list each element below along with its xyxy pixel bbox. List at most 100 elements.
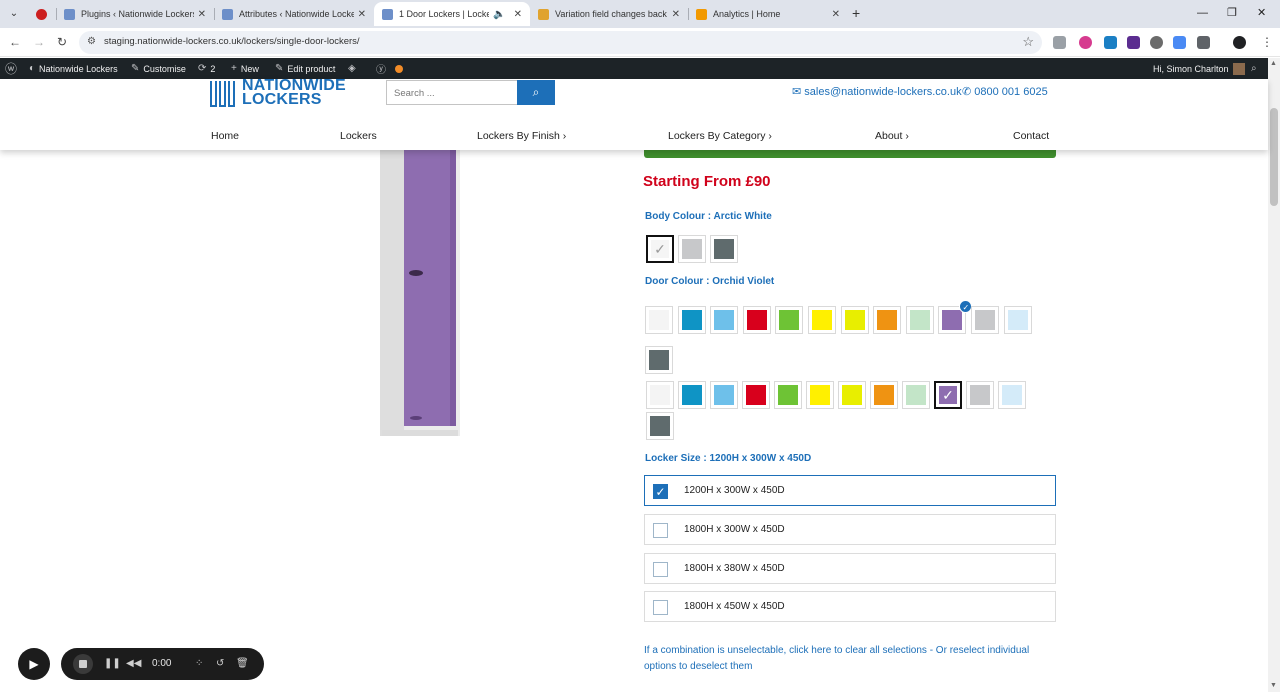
door-colour-swatch-alt[interactable] [646, 381, 674, 409]
door-colour-swatch[interactable] [645, 346, 673, 374]
seo-status-dot[interactable] [395, 58, 403, 79]
door-colour-swatch[interactable] [840, 306, 869, 334]
forward-arrow-icon[interactable]: → [33, 35, 45, 49]
door-colour-swatch[interactable] [677, 306, 706, 334]
extension-icon[interactable] [1104, 36, 1117, 49]
contact-email-link[interactable]: ✉ sales@nationwide-lockers.co.uk [792, 85, 962, 98]
page-scrollbar[interactable]: ▲ ▼ [1268, 58, 1280, 692]
door-colour-swatch-alt[interactable] [742, 381, 770, 409]
tab-plugins[interactable]: Plugins ‹ Nationwide Lockers — ✕ [56, 2, 214, 26]
door-colour-swatch-alt[interactable] [966, 381, 994, 409]
door-colour-swatch-alt[interactable] [998, 381, 1026, 409]
door-colour-swatch[interactable] [808, 306, 836, 334]
stop-recording-button[interactable] [73, 654, 93, 674]
minimize-icon[interactable]: — [1197, 6, 1208, 20]
close-tab-icon[interactable]: ✕ [832, 9, 840, 20]
tab-pinned-recorder[interactable] [28, 2, 56, 26]
door-colour-swatch-alt[interactable]: ✓ [934, 381, 962, 409]
browser-menu-icon[interactable]: ⋮ [1261, 35, 1273, 49]
translate-extension-icon[interactable] [1173, 36, 1186, 49]
door-colour-swatch[interactable] [775, 306, 804, 334]
admin-updates[interactable]: ⟳ 2 [198, 58, 215, 79]
body-colour-swatch[interactable] [710, 235, 738, 263]
delete-icon[interactable]: 🗑 [236, 657, 249, 671]
site-logo[interactable]: NATIONWIDE LOCKERS [210, 78, 360, 108]
contact-phone-link[interactable]: ✆ 0800 001 6025 [962, 85, 1048, 98]
close-tab-icon[interactable]: ✕ [672, 9, 680, 20]
admin-edit-product[interactable]: ✎ Edit product [275, 58, 335, 79]
extension-icon[interactable] [1150, 36, 1163, 49]
extension-icon[interactable] [1127, 36, 1140, 49]
body-colour-swatch[interactable]: ✓ [646, 235, 674, 263]
size-option-1800x300[interactable]: 1800H x 300W x 450D [644, 514, 1056, 545]
tab-analytics[interactable]: Analytics | Home ✕ [688, 2, 848, 26]
nav-lockers[interactable]: Lockers [340, 130, 377, 142]
diamond-plugin-icon[interactable]: ◈ [348, 58, 360, 79]
door-colour-swatch[interactable] [710, 306, 739, 334]
restore-icon[interactable]: ❐ [1227, 6, 1237, 20]
nav-contact[interactable]: Contact [1013, 130, 1049, 142]
scroll-up-icon[interactable]: ▲ [1270, 60, 1277, 67]
close-tab-icon[interactable]: ✕ [198, 9, 206, 20]
door-colour-swatch[interactable] [742, 306, 771, 334]
camera-extension-icon[interactable] [1053, 36, 1066, 49]
door-colour-swatch[interactable] [873, 306, 902, 334]
new-tab-plus-icon[interactable]: + [852, 6, 860, 20]
scroll-down-icon[interactable]: ▼ [1270, 682, 1277, 689]
draw-tool-icon[interactable]: ⁘ [195, 657, 203, 671]
door-colour-swatch[interactable] [971, 306, 999, 334]
tab-search-chevron-icon[interactable]: ⌄ [6, 7, 22, 21]
tab-variation-field[interactable]: Variation field changes back to ✕ [530, 2, 688, 26]
close-window-icon[interactable]: ✕ [1257, 6, 1266, 20]
reload-icon[interactable]: ↻ [57, 35, 67, 49]
back-arrow-icon[interactable]: ← [9, 35, 21, 49]
admin-site-name[interactable]: ◐ Nationwide Lockers [29, 58, 118, 79]
bookmark-star-icon[interactable]: ☆ [1022, 34, 1034, 50]
extension-icon[interactable] [1079, 36, 1092, 49]
tab-single-door-lockers[interactable]: 1 Door Lockers | Lockers | N 🔈 ✕ [374, 2, 530, 26]
body-colour-swatch[interactable] [678, 235, 706, 263]
door-colour-swatch-alt[interactable] [838, 381, 866, 409]
nav-lockers-by-category[interactable]: Lockers By Category › [668, 130, 772, 142]
site-info-icon[interactable]: ⚙ [87, 36, 96, 47]
search-input[interactable]: Search ... [386, 80, 518, 105]
close-tab-icon[interactable]: ✕ [514, 9, 522, 20]
admin-search-icon[interactable]: ⌕ [1251, 58, 1261, 79]
door-colour-swatch-alt[interactable] [902, 381, 930, 409]
puzzle-extensions-icon[interactable] [1197, 36, 1210, 49]
site-header: NATIONWIDE LOCKERS Search ... ⌕ ✉ sales@… [0, 78, 1268, 150]
size-option-1800x380[interactable]: 1800H x 380W x 450D [644, 553, 1056, 584]
door-colour-swatch-alt[interactable] [774, 381, 802, 409]
size-option-1200x300[interactable]: ✓ 1200H x 300W x 450D [644, 475, 1056, 506]
profile-avatar[interactable] [1233, 36, 1246, 49]
door-colour-swatch-alt[interactable] [678, 381, 706, 409]
door-colour-swatch-alt[interactable] [646, 412, 674, 440]
speaker-icon[interactable]: 🔈 [493, 9, 505, 20]
wordpress-logo-icon[interactable]: ⓦ [5, 58, 21, 79]
admin-customise[interactable]: ✎ Customise [131, 58, 186, 79]
admin-new[interactable]: + New [231, 58, 259, 79]
scrollbar-thumb[interactable] [1270, 108, 1278, 206]
yoast-icon[interactable]: ⓨ [376, 58, 390, 79]
pause-icon[interactable]: ❚❚ [104, 657, 121, 671]
tab-attributes[interactable]: Attributes ‹ Nationwide Locker ✕ [214, 2, 374, 26]
door-colour-swatch[interactable] [1003, 306, 1032, 334]
rewind-icon[interactable]: ◀◀ [126, 657, 141, 671]
nav-home[interactable]: Home [211, 130, 239, 142]
add-to-basket-bar[interactable] [644, 150, 1056, 158]
door-colour-swatch[interactable] [645, 306, 673, 334]
search-button[interactable]: ⌕ [517, 80, 555, 105]
restart-icon[interactable]: ↺ [216, 657, 224, 671]
door-colour-swatch-alt[interactable] [806, 381, 834, 409]
size-option-1800x450[interactable]: 1800H x 450W x 450D [644, 591, 1056, 622]
nav-lockers-by-finish[interactable]: Lockers By Finish › [477, 130, 566, 142]
address-bar[interactable]: ⚙ staging.nationwide-lockers.co.uk/locke… [79, 31, 1042, 54]
nav-about[interactable]: About › [875, 130, 909, 142]
admin-account[interactable]: Hi, Simon Charlton [1153, 58, 1245, 79]
close-tab-icon[interactable]: ✕ [358, 9, 366, 20]
camera-toggle-button[interactable]: ▶ [18, 648, 50, 680]
door-colour-swatch-alt[interactable] [870, 381, 898, 409]
door-colour-swatch-alt[interactable] [710, 381, 738, 409]
clear-selections-link[interactable]: If a combination is unselectable, click … [644, 643, 1064, 675]
door-colour-swatch[interactable] [905, 306, 934, 334]
